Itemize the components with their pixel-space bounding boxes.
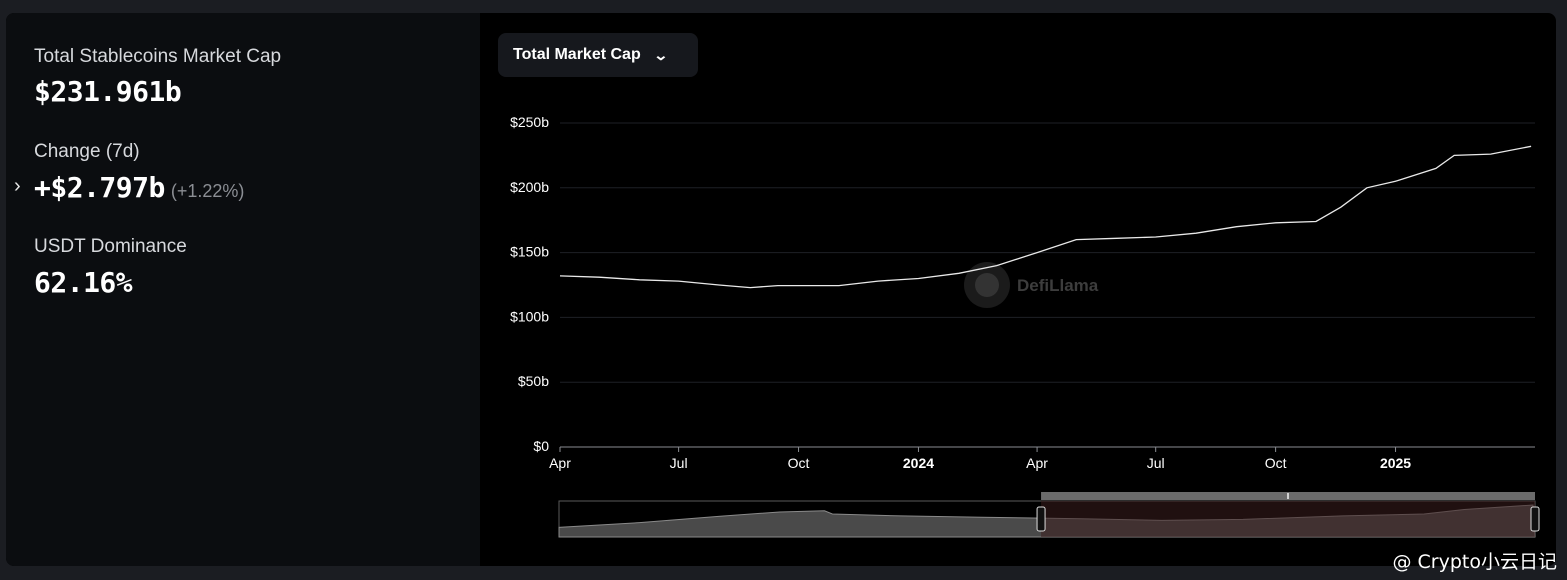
data-point [677, 280, 680, 283]
total-market-cap-value: $231.961b [34, 75, 182, 108]
y-tick-label: $200b [510, 179, 549, 195]
selected-range[interactable] [1041, 501, 1535, 537]
data-point [1434, 167, 1437, 170]
x-tick-label: Apr [549, 455, 571, 471]
x-tick-label: 2024 [903, 455, 934, 471]
defillama-logo: DefiLlama [964, 262, 1099, 308]
data-point [1453, 154, 1456, 157]
data-point [776, 284, 779, 287]
data-point [1036, 251, 1039, 254]
range-handle-right[interactable] [1530, 506, 1540, 532]
watermark-text: @ Crypto小云日记 [1392, 551, 1558, 573]
data-point [1274, 221, 1277, 224]
x-tick-label: Apr [1026, 455, 1048, 471]
data-point [1195, 232, 1198, 235]
usdt-dominance-value: 62.16% [34, 266, 133, 299]
y-tick-label: $100b [510, 308, 549, 324]
stats-panel: Total Stablecoins Market Cap $231.961b ›… [6, 13, 480, 566]
x-tick-label: Oct [1265, 455, 1287, 471]
change-7d-value-row: +$2.797b (+1.22%) [34, 171, 244, 204]
data-point [1315, 220, 1318, 223]
data-point [1530, 145, 1533, 148]
chart-area: Total Market Cap ⌄ DefiLlama Apr Jul Oct 20… [480, 13, 1556, 566]
range-handle-left[interactable] [1036, 506, 1046, 532]
change-7d-value: +$2.797b [34, 171, 165, 204]
data-point [559, 274, 562, 277]
data-point [995, 264, 998, 267]
total-market-cap-label: Total Stablecoins Market Cap [34, 46, 282, 67]
y-tick-label: $250b [510, 114, 549, 130]
data-point [797, 284, 800, 287]
data-point [917, 277, 920, 280]
data-point [1365, 186, 1368, 189]
expand-chevron-icon[interactable]: › [14, 175, 21, 198]
data-point [1154, 236, 1157, 239]
data-point [1075, 238, 1078, 241]
x-tick-label: Jul [1147, 455, 1165, 471]
data-point [638, 278, 641, 281]
data-point [1235, 225, 1238, 228]
drag-grip-icon[interactable]: ‖ [1286, 492, 1289, 501]
data-point [1115, 237, 1118, 240]
x-tick-label: 2025 [1380, 455, 1411, 471]
stablecoins-card: Total Stablecoins Market Cap $231.961b ›… [6, 13, 1556, 566]
y-tick-label: $150b [510, 244, 549, 260]
data-point [598, 276, 601, 279]
data-point [718, 284, 721, 287]
data-point [837, 284, 840, 287]
data-point [1339, 206, 1342, 209]
range-selector[interactable]: ‖ [558, 492, 1540, 538]
usdt-dominance-label: USDT Dominance [34, 236, 187, 257]
market-cap-chart[interactable]: DefiLlama Apr Jul Oct 2024 Apr Jul Oct 2025 $0 $… [480, 13, 1556, 566]
change-7d-label: Change (7d) [34, 141, 140, 162]
data-point [877, 280, 880, 283]
change-7d-percent: (+1.22%) [170, 181, 245, 201]
x-tick-label: Jul [670, 455, 688, 471]
data-point [749, 286, 752, 289]
x-tick-label: Oct [788, 455, 810, 471]
y-tick-label: $50b [518, 373, 549, 389]
data-point [957, 272, 960, 275]
y-tick-label: $0 [533, 438, 549, 454]
defillama-logo-text: DefiLlama [1017, 276, 1099, 295]
data-point [1489, 153, 1492, 156]
market-cap-line [559, 145, 1532, 289]
data-point [1394, 180, 1397, 183]
